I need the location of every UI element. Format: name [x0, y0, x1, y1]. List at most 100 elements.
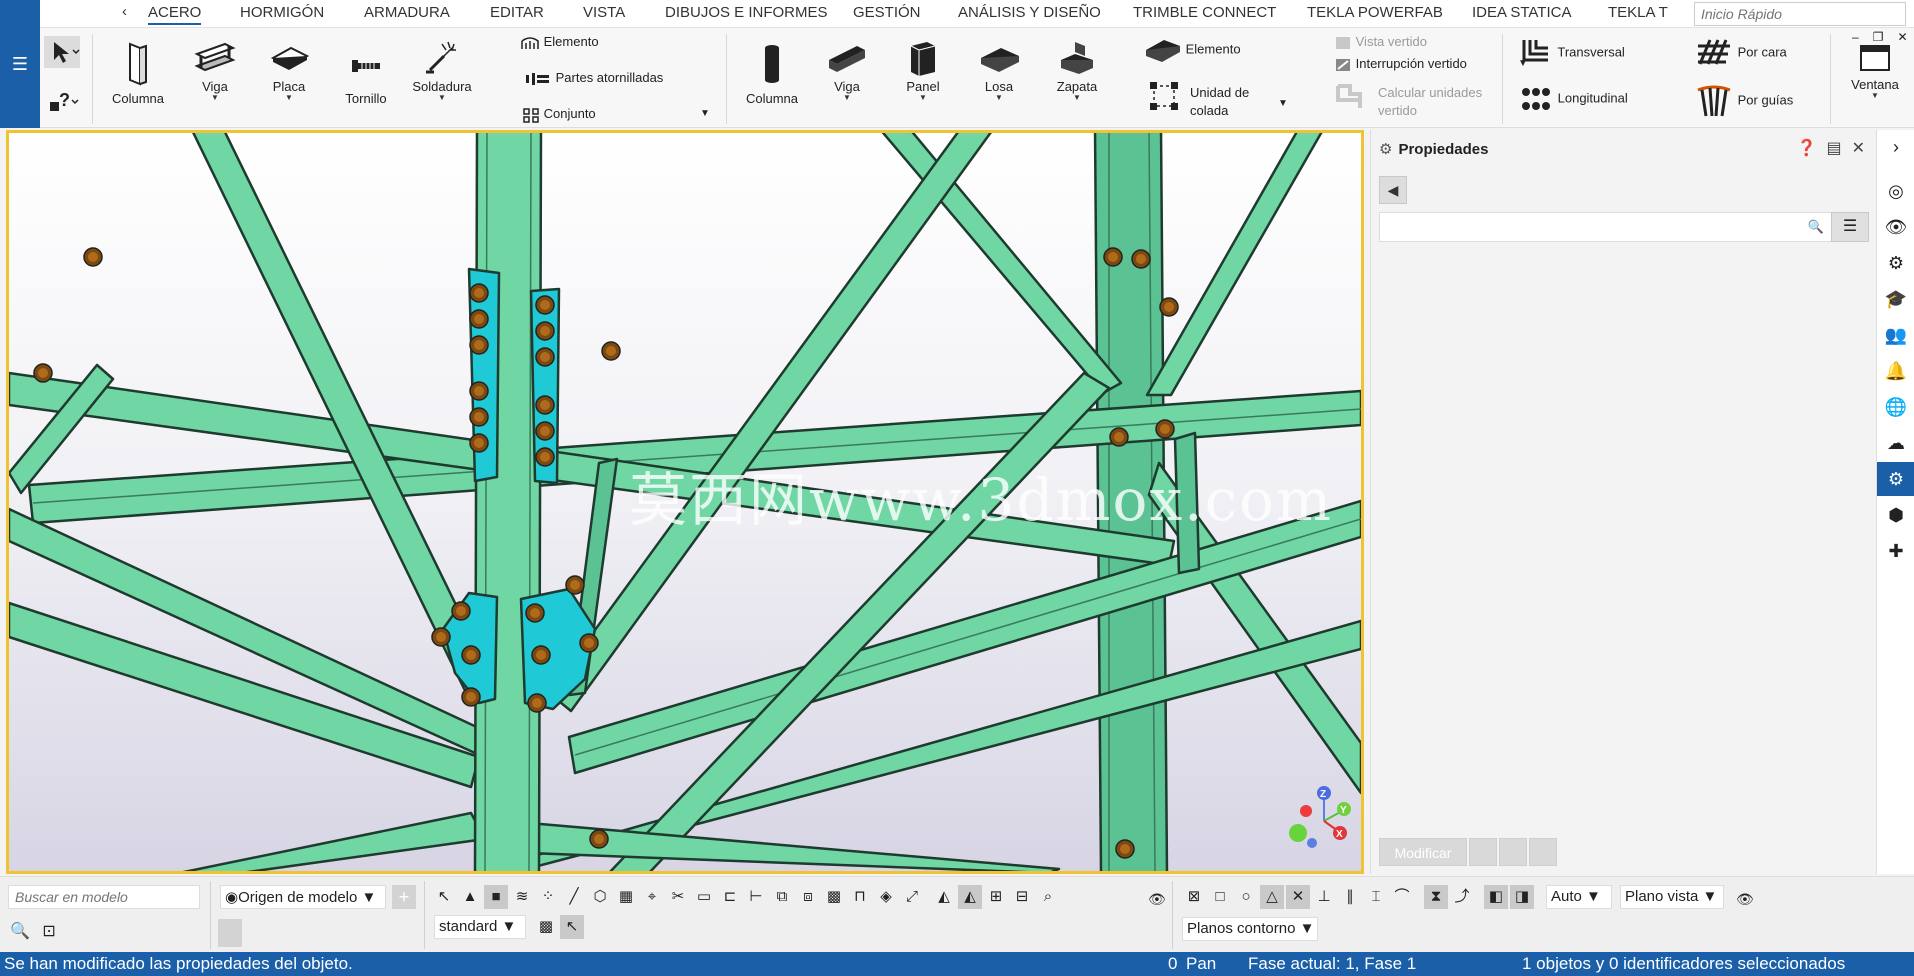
snap-depth-dropdown[interactable]: Auto ▼: [1546, 885, 1612, 909]
footing-button[interactable]: Zapata ▼: [1040, 38, 1114, 102]
concrete-slab-button[interactable]: Losa ▼: [964, 38, 1034, 102]
snap-extension-line-icon[interactable]: ⌶: [1364, 885, 1388, 909]
hamburger-menu-icon[interactable]: ☰: [8, 52, 32, 76]
transverse-rebar-button[interactable]: Transversal: [1518, 36, 1625, 70]
cloud-icon[interactable]: ☁: [1877, 426, 1914, 460]
restore-icon[interactable]: ❐: [1873, 30, 1898, 44]
snap-3d-icon[interactable]: ◧: [1484, 885, 1508, 909]
zoom-selected-icon[interactable]: ⊡: [42, 923, 55, 940]
tab-tekla-t[interactable]: TEKLA T: [1608, 4, 1668, 21]
snap-parallel-icon[interactable]: ∥: [1338, 885, 1362, 909]
notifications-bell-icon[interactable]: 🔔: [1877, 354, 1914, 388]
select-bolt-groups-icon[interactable]: ⁘: [536, 885, 560, 909]
select-nested-icon[interactable]: ⧈: [796, 885, 820, 909]
select-object-icon[interactable]: ⊓: [848, 885, 872, 909]
visibility-eye-icon[interactable]: 👁: [1736, 891, 1754, 908]
copy-properties-button[interactable]: [1499, 838, 1527, 866]
snap-search-icon[interactable]: ⌕: [1036, 885, 1060, 909]
concrete-column-button[interactable]: Columna: [734, 40, 810, 106]
select-welds-icon[interactable]: ≋: [510, 885, 534, 909]
back-button[interactable]: ◀: [1379, 176, 1407, 204]
select-lines-icon[interactable]: ╱: [562, 885, 586, 909]
visibility-eye-icon[interactable]: 👁: [1877, 210, 1914, 244]
visibility-eye-icon[interactable]: 👁: [1148, 891, 1166, 908]
cube-icon[interactable]: ⬢: [1877, 498, 1914, 532]
users-icon[interactable]: 👥: [1877, 318, 1914, 352]
properties-menu-button[interactable]: ☰: [1831, 212, 1869, 242]
pour-view-button[interactable]: Vista vertido: [1334, 34, 1427, 51]
rebar-by-guides-button[interactable]: Por guías: [1694, 82, 1793, 120]
selection-filter-dropdown[interactable]: standard ▼: [434, 915, 526, 939]
tab-scroll-left-button[interactable]: ‹: [122, 3, 127, 20]
weld-button[interactable]: Soldadura ▼: [402, 38, 482, 102]
select-filter-active-icon[interactable]: ◭: [958, 885, 982, 909]
snap-center-icon[interactable]: ○: [1234, 885, 1258, 909]
rebar-by-face-button[interactable]: Por cara: [1694, 36, 1787, 70]
concrete-panel-button[interactable]: Panel ▼: [888, 38, 958, 102]
search-icon[interactable]: 🔍: [10, 923, 30, 940]
tab-armadura[interactable]: ARMADURA: [364, 4, 450, 21]
search-icon[interactable]: 🔍: [1808, 219, 1824, 235]
inquire-tool-button[interactable]: ?: [44, 84, 80, 116]
steel-beam-button[interactable]: Viga ▼: [180, 38, 250, 102]
learning-cap-icon[interactable]: 🎓: [1877, 282, 1914, 316]
select-reference-icon[interactable]: ⊢: [744, 885, 768, 909]
snap-reference-lines-icon[interactable]: ⊠: [1182, 885, 1206, 909]
snap-geometry-lines-icon[interactable]: □: [1208, 885, 1232, 909]
work-plane-origin-dropdown[interactable]: ◉Origen de modelo ▼: [220, 885, 386, 909]
select-all-switch-icon[interactable]: ↖: [432, 885, 456, 909]
tab-vista[interactable]: VISTA: [583, 4, 625, 21]
outline-planes-dropdown[interactable]: Planos contorno ▼: [1182, 917, 1318, 941]
quick-launch-input[interactable]: [1694, 2, 1906, 26]
snap-2d-icon[interactable]: ◨: [1510, 885, 1534, 909]
delete-origin-button[interactable]: [218, 919, 242, 947]
snap-grid-icon[interactable]: ⊞: [984, 885, 1008, 909]
chevron-right-icon[interactable]: ›: [1877, 130, 1914, 164]
modify-button[interactable]: Modificar: [1379, 838, 1467, 866]
snap-perpendicular-icon[interactable]: ⊥: [1312, 885, 1336, 909]
pick-properties-button[interactable]: [1469, 838, 1497, 866]
select-surface-icon[interactable]: ■: [484, 885, 508, 909]
tab-dibujos-e-informes[interactable]: DIBUJOS E INFORMES: [665, 4, 828, 21]
snap-extension-icon[interactable]: ⊟: [1010, 885, 1034, 909]
calculate-pour-units-button[interactable]: [1334, 82, 1364, 112]
help-icon[interactable]: ❓: [1797, 140, 1817, 157]
select-surface-treatment-icon[interactable]: ◈: [874, 885, 898, 909]
pour-break-button[interactable]: Interrupción vertido: [1334, 56, 1467, 73]
snap-intersection-icon[interactable]: ✕: [1286, 885, 1310, 909]
steel-group-more-dropdown[interactable]: ▼: [700, 108, 710, 119]
concrete-item-button[interactable]: Elemento: [1144, 36, 1241, 64]
snap-free-icon[interactable]: ⤴: [1450, 885, 1474, 909]
tab-idea-statica[interactable]: IDEA STATICA: [1472, 4, 1571, 21]
tab-editar[interactable]: EDITAR: [490, 4, 544, 21]
minimize-icon[interactable]: –: [1852, 30, 1873, 44]
add-origin-button[interactable]: +: [392, 885, 416, 909]
tab-trimble-connect[interactable]: TRIMBLE CONNECT: [1133, 4, 1276, 21]
properties-gear-icon[interactable]: ⚙: [1877, 462, 1914, 496]
checker-filter-icon[interactable]: ▩: [534, 915, 558, 939]
select-measure-icon[interactable]: ⤢: [900, 885, 924, 909]
longitudinal-rebar-button[interactable]: Longitudinal: [1518, 82, 1628, 116]
pour-unit-dropdown[interactable]: ▼: [1278, 98, 1288, 109]
properties-search-input[interactable]: 🔍: [1379, 212, 1833, 242]
search-model-input[interactable]: [8, 885, 200, 909]
close-icon[interactable]: ✕: [1852, 140, 1865, 157]
concrete-beam-button[interactable]: Viga ▼: [812, 38, 882, 102]
tab-gestion[interactable]: GESTIÓN: [853, 4, 921, 21]
tab-analisis-y-diseno[interactable]: ANÁLISIS Y DISEÑO: [958, 4, 1101, 21]
bolt-button[interactable]: Tornillo: [330, 40, 402, 106]
status-phase[interactable]: Fase actual: 1, Fase 1: [1248, 954, 1416, 974]
select-components-icon[interactable]: ⬡: [588, 885, 612, 909]
select-pour-icon[interactable]: ▩: [822, 885, 846, 909]
select-views-icon[interactable]: ▭: [692, 885, 716, 909]
steel-column-button[interactable]: Columna: [100, 40, 176, 106]
tab-hormigon[interactable]: HORMIGÓN: [240, 4, 324, 21]
settings-question-icon[interactable]: ⚙: [1877, 246, 1914, 280]
pin-panel-icon[interactable]: ▤: [1826, 140, 1841, 157]
pour-unit-label-block[interactable]: Unidad de colada: [1190, 84, 1249, 120]
select-filter-icon[interactable]: ◭: [932, 885, 956, 909]
globe-icon[interactable]: 🌐: [1877, 390, 1914, 424]
view-plane-dropdown[interactable]: Plano vista ▼: [1620, 885, 1724, 909]
select-grid-icon[interactable]: ▦: [614, 885, 638, 909]
paste-properties-button[interactable]: [1529, 838, 1557, 866]
